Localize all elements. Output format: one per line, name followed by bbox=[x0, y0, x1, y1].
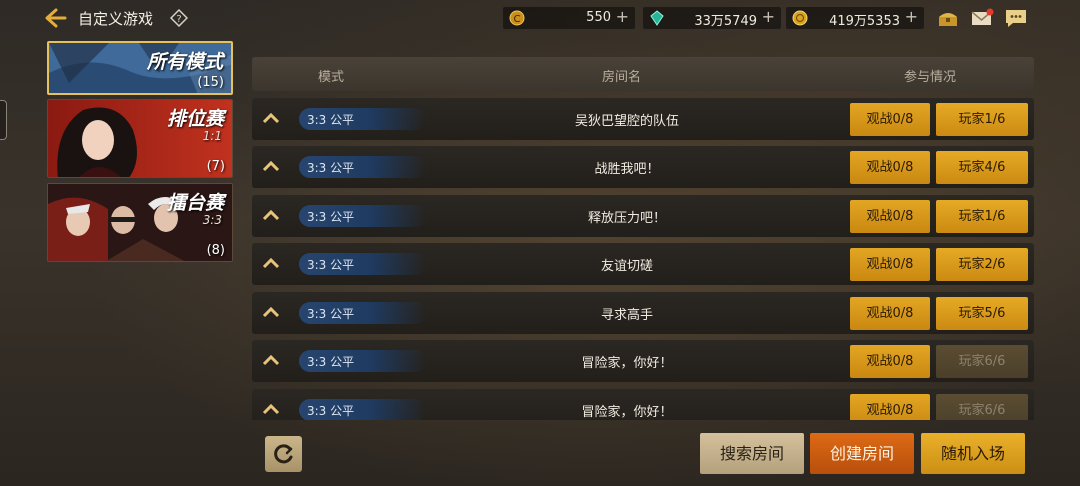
mode-title: 擂台赛 bbox=[166, 192, 224, 214]
mode-badge: 3:3 公平 bbox=[299, 205, 427, 227]
watch-button[interactable]: 观战0/8 bbox=[850, 248, 930, 281]
add-currency-button[interactable]: + bbox=[616, 7, 629, 26]
join-player-button-full: 玩家6/6 bbox=[936, 345, 1028, 378]
table-row[interactable]: 3:3 公平 吴狄巴望腔的队伍 观战0/8 玩家1/6 bbox=[252, 98, 1034, 140]
mode-card-arena[interactable]: 擂台赛 3:3 (8) bbox=[47, 183, 233, 262]
room-list[interactable]: 3:3 公平 吴狄巴望腔的队伍 观战0/8 玩家1/6 3:3 公平 战胜我吧！… bbox=[252, 96, 1034, 420]
room-name: 寻求高手 bbox=[600, 308, 653, 323]
table-row[interactable]: 3:3 公平 友谊切磋 观战0/8 玩家2/6 bbox=[252, 243, 1034, 285]
mode-card-ranked[interactable]: 排位赛 1:1 (7) bbox=[47, 99, 233, 178]
create-room-button[interactable]: 创建房间 bbox=[810, 433, 914, 474]
room-name: 战胜我吧！ bbox=[594, 162, 660, 177]
page-title: 自定义游戏 bbox=[78, 10, 154, 28]
search-room-button[interactable]: 搜索房间 bbox=[700, 433, 804, 474]
mode-title: 所有模式 bbox=[146, 51, 223, 73]
chevron-up-icon[interactable] bbox=[262, 306, 280, 318]
side-drawer-handle[interactable] bbox=[0, 100, 7, 140]
random-join-button[interactable]: 随机入场 bbox=[921, 433, 1025, 474]
header-participation: 参与情况 bbox=[904, 70, 957, 85]
mode-badge-label: 3:3 公平 bbox=[307, 161, 355, 175]
join-player-button[interactable]: 玩家1/6 bbox=[936, 103, 1028, 136]
watch-button[interactable]: 观战0/8 bbox=[850, 103, 930, 136]
question-mark-icon[interactable]: ? bbox=[170, 9, 188, 27]
room-name: 冒险家，你好！ bbox=[581, 356, 673, 371]
watch-button[interactable]: 观战0/8 bbox=[850, 151, 930, 184]
mode-badge: 3:3 公平 bbox=[299, 399, 427, 420]
currency-value: 419万5353 bbox=[829, 14, 900, 29]
currency-crystal: 33万5749 + bbox=[643, 7, 781, 29]
table-row[interactable]: 3:3 公平 战胜我吧！ 观战0/8 玩家4/6 bbox=[252, 146, 1034, 188]
room-name: 冒险家，你好！ bbox=[581, 405, 673, 420]
chevron-up-icon[interactable] bbox=[262, 354, 280, 366]
room-table-header: 模式 房间名 参与情况 bbox=[252, 57, 1034, 91]
svg-text:C: C bbox=[514, 14, 521, 25]
room-name: 友谊切磋 bbox=[600, 259, 653, 274]
mode-badge: 3:3 公平 bbox=[299, 156, 427, 178]
chevron-up-icon[interactable] bbox=[262, 209, 280, 221]
watch-button[interactable]: 观战0/8 bbox=[850, 297, 930, 330]
mode-badge-label: 3:3 公平 bbox=[307, 307, 355, 321]
chest-icon[interactable] bbox=[936, 7, 960, 29]
mode-count: (8) bbox=[206, 243, 225, 258]
mode-subtitle: 3:3 bbox=[202, 213, 222, 227]
mail-icon[interactable] bbox=[970, 7, 994, 29]
table-row[interactable]: 3:3 公平 释放压力吧！ 观战0/8 玩家1/6 bbox=[252, 195, 1034, 237]
chevron-up-icon[interactable] bbox=[262, 403, 280, 415]
svg-text:?: ? bbox=[176, 14, 181, 25]
mode-badge-label: 3:3 公平 bbox=[307, 113, 355, 127]
top-bar: 自定义游戏 ? C 550 + 33万5749 + 419万5353 + bbox=[0, 0, 1080, 36]
header-room-name: 房间名 bbox=[602, 70, 642, 85]
mode-badge-label: 3:3 公平 bbox=[307, 210, 355, 224]
mode-title: 排位赛 bbox=[166, 108, 224, 130]
chevron-up-icon[interactable] bbox=[262, 160, 280, 172]
header-mode: 模式 bbox=[318, 70, 345, 85]
join-player-button[interactable]: 玩家4/6 bbox=[936, 151, 1028, 184]
mode-badge: 3:3 公平 bbox=[299, 302, 427, 324]
room-name: 释放压力吧！ bbox=[587, 211, 666, 226]
chevron-up-icon[interactable] bbox=[262, 112, 280, 124]
refresh-button[interactable] bbox=[265, 436, 302, 472]
back-arrow-icon[interactable] bbox=[44, 7, 68, 29]
gold-coin-icon bbox=[792, 10, 808, 26]
join-player-button[interactable]: 玩家2/6 bbox=[936, 248, 1028, 281]
currency-value: 33万5749 bbox=[694, 14, 757, 29]
mode-badge-label: 3:3 公平 bbox=[307, 404, 355, 418]
currency-coupon: C 550 + bbox=[503, 7, 635, 29]
mode-badge: 3:3 公平 bbox=[299, 350, 427, 372]
mode-count: (7) bbox=[206, 159, 225, 174]
refresh-icon bbox=[274, 444, 293, 464]
currency-value: 550 bbox=[586, 10, 611, 25]
chevron-up-icon[interactable] bbox=[262, 257, 280, 269]
add-currency-button[interactable]: + bbox=[762, 7, 775, 26]
table-row[interactable]: 3:3 公平 冒险家，你好！ 观战0/8 玩家6/6 bbox=[252, 340, 1034, 382]
currency-gold: 419万5353 + bbox=[786, 7, 924, 29]
join-player-button-full: 玩家6/6 bbox=[936, 394, 1028, 420]
green-crystal-icon bbox=[650, 10, 664, 26]
mode-badge: 3:3 公平 bbox=[299, 253, 427, 275]
mode-subtitle: 1:1 bbox=[202, 129, 222, 143]
mode-badge: 3:3 公平 bbox=[299, 108, 427, 130]
watch-button[interactable]: 观战0/8 bbox=[850, 394, 930, 420]
gold-coin-c-icon: C bbox=[509, 10, 525, 26]
join-player-button[interactable]: 玩家5/6 bbox=[936, 297, 1028, 330]
table-row[interactable]: 3:3 公平 冒险家，你好！ 观战0/8 玩家6/6 bbox=[252, 389, 1034, 420]
join-player-button[interactable]: 玩家1/6 bbox=[936, 200, 1028, 233]
mode-badge-label: 3:3 公平 bbox=[307, 355, 355, 369]
mode-badge-label: 3:3 公平 bbox=[307, 258, 355, 272]
chat-icon[interactable] bbox=[1004, 7, 1028, 29]
add-currency-button[interactable]: + bbox=[905, 7, 918, 26]
mode-count: (15) bbox=[197, 75, 224, 90]
table-row[interactable]: 3:3 公平 寻求高手 观战0/8 玩家5/6 bbox=[252, 292, 1034, 334]
watch-button[interactable]: 观战0/8 bbox=[850, 345, 930, 378]
watch-button[interactable]: 观战0/8 bbox=[850, 200, 930, 233]
room-name: 吴狄巴望腔的队伍 bbox=[574, 114, 679, 129]
mode-card-all[interactable]: 所有模式 (15) bbox=[47, 41, 233, 95]
